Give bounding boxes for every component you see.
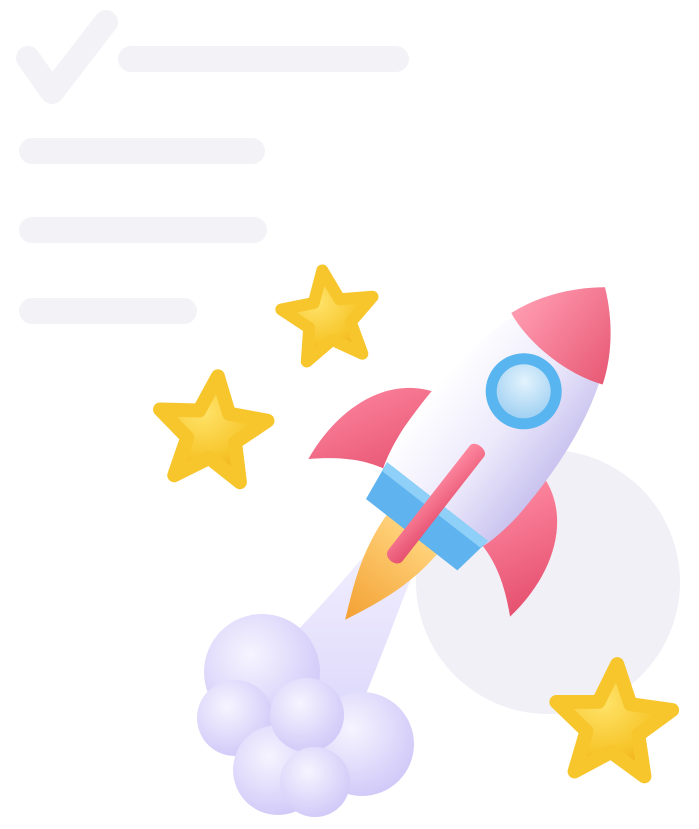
checklist-line-4 (19, 298, 197, 324)
star-icon (153, 369, 275, 490)
checklist-line-1 (118, 46, 409, 72)
illustration-canvas (16, 10, 680, 817)
star-icon (275, 264, 379, 368)
checklist-line-2 (19, 138, 265, 164)
onboarding-illustration (0, 0, 699, 829)
checklist (16, 10, 409, 324)
checkmark-icon (16, 10, 118, 104)
checklist-line-3 (19, 217, 267, 243)
